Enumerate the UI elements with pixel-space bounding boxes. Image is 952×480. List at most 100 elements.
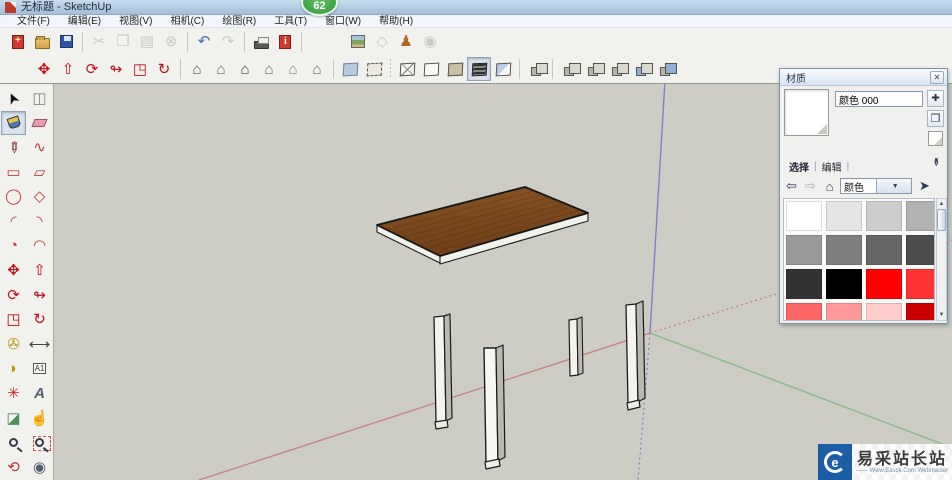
close-icon[interactable]: ✕ (930, 70, 944, 84)
back-button[interactable]: ⇦ (783, 178, 800, 195)
follow-me-button[interactable]: ↬ (104, 57, 128, 81)
paste-button[interactable]: ▤ (135, 30, 159, 54)
color-swatch-2[interactable] (866, 201, 902, 231)
menu-视图[interactable]: 视图(V) (110, 15, 161, 28)
undo-button[interactable]: ↶ (192, 30, 216, 54)
color-swatch-5[interactable] (826, 235, 862, 265)
push-pull-button[interactable]: ⇧ (56, 57, 80, 81)
rotate-button[interactable]: ⟳ (80, 57, 104, 81)
zoom-button[interactable] (1, 430, 26, 455)
curve-button[interactable]: ◠ (27, 234, 52, 259)
in-model-button[interactable]: ➤ (916, 178, 933, 195)
menu-窗口[interactable]: 窗口(W) (316, 15, 370, 28)
set-default-paint-button[interactable]: ❒ (927, 110, 944, 127)
tape-measure-button[interactable]: ✇ (1, 332, 26, 357)
offset-button[interactable]: ↻ (27, 307, 52, 332)
tab-select[interactable]: 选择 (784, 159, 814, 174)
solid-trim-button[interactable] (629, 57, 653, 81)
scale-button[interactable]: ◳ (1, 307, 26, 332)
pan-button[interactable]: ☝ (27, 406, 52, 431)
color-swatch-0[interactable] (786, 201, 822, 231)
save-button[interactable] (54, 30, 78, 54)
protractor-button[interactable]: ◗ (1, 357, 26, 382)
text-button[interactable]: A1 (27, 357, 52, 382)
select-button[interactable]: ➤ (1, 86, 26, 111)
open-button[interactable] (30, 30, 54, 54)
forward-button[interactable]: ⇨ (802, 178, 819, 195)
solid-subtract-button[interactable] (605, 57, 629, 81)
cut-button[interactable]: ✂ (87, 30, 111, 54)
add-location-button[interactable] (346, 30, 370, 54)
solid-intersect-button[interactable] (557, 57, 581, 81)
style-shaded-textures-button[interactable] (467, 57, 491, 81)
model-info-button[interactable] (273, 30, 297, 54)
color-swatch-15[interactable] (906, 303, 934, 320)
style-wireframe-button[interactable] (395, 57, 419, 81)
style-hidden-line-button[interactable] (419, 57, 443, 81)
new-button[interactable] (6, 30, 30, 54)
color-swatch-9[interactable] (826, 269, 862, 299)
tab-edit[interactable]: 编辑 (817, 159, 847, 174)
section-plane-button[interactable]: ◪ (1, 406, 26, 431)
3d-text-button[interactable]: A (27, 381, 52, 406)
color-swatch-1[interactable] (826, 201, 862, 231)
view-back-button[interactable]: ⌂ (281, 57, 305, 81)
sample-paint-swatch[interactable] (928, 131, 943, 146)
photo-textures-button[interactable]: ♟ (394, 30, 418, 54)
menu-工具[interactable]: 工具(T) (265, 15, 316, 28)
rotate-button[interactable]: ⟳ (1, 283, 26, 308)
view-iso-button[interactable]: ⌂ (185, 57, 209, 81)
solid-union-button[interactable] (581, 57, 605, 81)
style-shaded-button[interactable] (443, 57, 467, 81)
rectangle-button[interactable]: ▭ (1, 160, 26, 185)
follow-me-button[interactable]: ↬ (27, 283, 52, 308)
push-pull-button[interactable]: ⇧ (27, 258, 52, 283)
eraser-button[interactable] (27, 111, 52, 136)
collection-dropdown[interactable]: 颜色 ▼ (840, 178, 912, 194)
make-component-button[interactable]: ◫ (27, 86, 52, 111)
offset-button[interactable]: ↻ (152, 57, 176, 81)
dropdown-arrow-icon[interactable]: ▼ (875, 179, 911, 193)
rotated-rectangle-button[interactable]: ▱ (27, 160, 52, 185)
color-swatch-10[interactable] (866, 269, 902, 299)
color-swatch-14[interactable] (866, 303, 902, 320)
zoom-extents-button[interactable]: ◉ (27, 455, 52, 480)
scale-button[interactable]: ◳ (128, 57, 152, 81)
scroll-up-icon[interactable]: ▲ (939, 199, 945, 209)
paint-bucket-button[interactable] (1, 110, 26, 136)
solid-split-button[interactable] (653, 57, 677, 81)
print-button[interactable] (249, 30, 273, 54)
style-xray-button[interactable] (338, 57, 362, 81)
style-monochrome-button[interactable] (491, 57, 515, 81)
eyedropper-icon[interactable]: ✒ (928, 154, 944, 170)
materials-panel-titlebar[interactable]: 材质 ✕ (780, 69, 947, 86)
orbit-button[interactable]: ⟲ (1, 455, 26, 480)
redo-button[interactable]: ↷ (216, 30, 240, 54)
pie-button[interactable]: ◔ (1, 234, 26, 259)
circle-button[interactable]: ◯ (1, 184, 26, 209)
home-button[interactable]: ⌂ (821, 178, 838, 195)
create-material-button[interactable]: 🞦 (927, 90, 944, 107)
title-bar[interactable]: 无标题 - SketchUp (0, 0, 952, 15)
view-left-button[interactable]: ⌂ (305, 57, 329, 81)
view-right-button[interactable]: ⌂ (257, 57, 281, 81)
color-swatch-11[interactable] (906, 269, 934, 299)
style-back-edges-button[interactable] (362, 57, 386, 81)
menu-编辑[interactable]: 编辑(E) (59, 15, 110, 28)
menu-绘图[interactable]: 绘图(R) (213, 15, 265, 28)
color-swatch-4[interactable] (786, 235, 822, 265)
google-earth-button[interactable]: ◉ (418, 30, 442, 54)
toggle-terrain-button[interactable]: ◇ (370, 30, 394, 54)
solid-outer-shell-button[interactable] (524, 57, 548, 81)
menu-相机[interactable]: 相机(C) (161, 15, 213, 28)
menu-文件[interactable]: 文件(F) (8, 15, 59, 28)
two-point-arc-button[interactable]: ◝ (27, 209, 52, 234)
arc-button[interactable]: ◜ (1, 209, 26, 234)
view-front-button[interactable]: ⌂ (233, 57, 257, 81)
line-button[interactable]: ✏ (1, 135, 26, 160)
scrollbar-thumb[interactable] (937, 209, 946, 231)
polygon-button[interactable]: ◇ (27, 184, 52, 209)
view-top-button[interactable]: ⌂ (209, 57, 233, 81)
color-swatch-13[interactable] (826, 303, 862, 320)
swatch-scrollbar[interactable]: ▲ ▼ (936, 198, 947, 321)
